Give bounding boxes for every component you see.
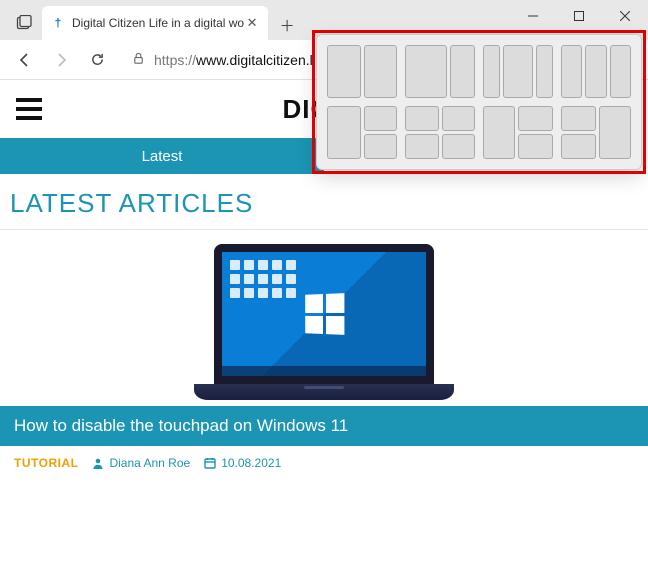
tab-title: Digital Citizen Life in a digital wo (72, 16, 244, 30)
snap-layout-option[interactable] (483, 45, 553, 98)
forward-button[interactable] (44, 44, 78, 76)
author-name: Diana Ann Roe (109, 456, 190, 470)
tab-latest[interactable]: Latest (0, 138, 324, 174)
favicon-icon: † (50, 15, 66, 31)
user-icon (92, 457, 104, 469)
article-title: How to disable the touchpad on Windows 1… (0, 406, 648, 446)
date-text: 10.08.2021 (221, 456, 281, 470)
snap-layouts-flyout (316, 34, 642, 170)
maximize-button[interactable] (556, 0, 602, 32)
snap-layout-option[interactable] (405, 106, 475, 159)
url-protocol: https:// (154, 52, 196, 68)
snap-layout-option[interactable] (327, 106, 397, 159)
snap-layout-option[interactable] (561, 106, 631, 159)
tab-actions-button[interactable] (6, 6, 42, 40)
hamburger-menu-icon[interactable] (16, 98, 42, 120)
divider (0, 229, 648, 230)
article-author[interactable]: Diana Ann Roe (92, 456, 190, 470)
new-tab-button[interactable]: ＋ (272, 10, 302, 40)
browser-tab[interactable]: † Digital Citizen Life in a digital wo ✕ (42, 6, 268, 40)
tab-strip: † Digital Citizen Life in a digital wo ✕… (0, 0, 302, 40)
laptop-image (194, 244, 454, 400)
article-category-tag[interactable]: TUTORIAL (14, 456, 78, 470)
snap-layout-option[interactable] (483, 106, 553, 159)
article-thumbnail (0, 238, 648, 406)
calendar-icon (204, 457, 216, 469)
close-window-button[interactable] (602, 0, 648, 32)
back-button[interactable] (8, 44, 42, 76)
tab-close-icon[interactable]: ✕ (244, 15, 260, 31)
snap-layout-option[interactable] (561, 45, 631, 98)
window-controls (510, 0, 648, 32)
snap-layout-option[interactable] (405, 45, 475, 98)
snap-layout-option[interactable] (327, 45, 397, 98)
article-card[interactable]: How to disable the touchpad on Windows 1… (0, 238, 648, 480)
section-heading: LATEST ARTICLES (0, 174, 648, 229)
article-meta: TUTORIAL Diana Ann Roe 10.08.2021 (0, 446, 648, 480)
refresh-button[interactable] (80, 44, 114, 76)
windows-logo-icon (305, 293, 344, 335)
article-date: 10.08.2021 (204, 456, 281, 470)
url-domain: www.digitalcitizen.l (196, 52, 313, 68)
lock-icon (132, 52, 146, 68)
minimize-button[interactable] (510, 0, 556, 32)
